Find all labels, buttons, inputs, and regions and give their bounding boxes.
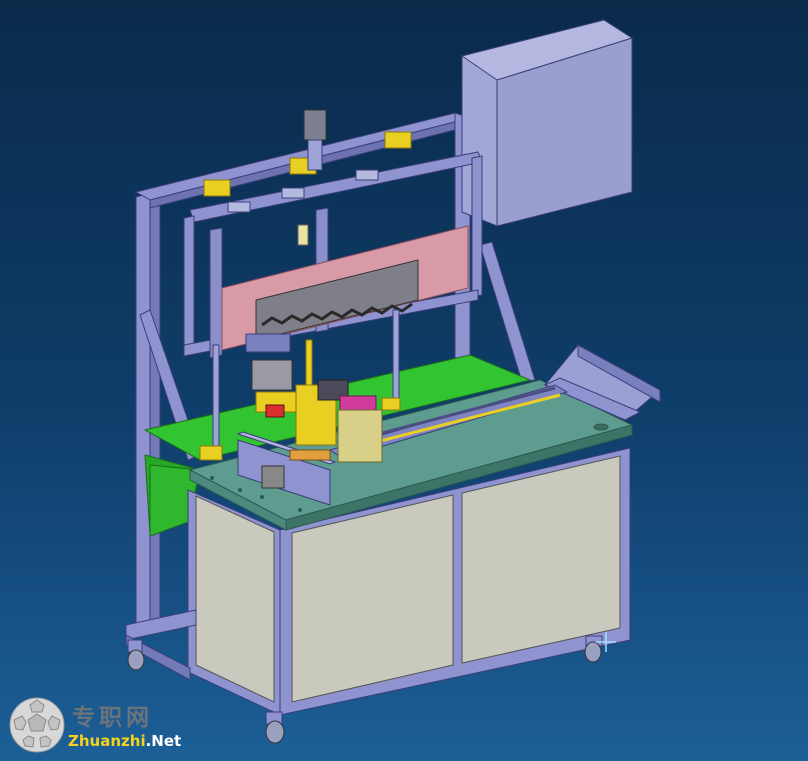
- caster-left-rear: [127, 639, 145, 671]
- caster-left-front: [265, 711, 285, 744]
- cad-3d-viewport[interactable]: 专职网 Zhuanzhi.Net: [0, 0, 808, 761]
- right-diagonal-brace: [479, 241, 536, 383]
- soccer-ball-logo-icon: [9, 697, 65, 753]
- machine-3d-model: [125, 19, 661, 744]
- small-motor: [261, 465, 285, 489]
- bearing-block-left: [203, 179, 231, 197]
- cylinder-left: [227, 201, 251, 213]
- yellow-clamp-lower: [199, 445, 223, 461]
- cabinet-left-panel: [195, 495, 275, 703]
- yellow-clamp-right: [381, 397, 401, 411]
- left-frame-post: [135, 192, 151, 631]
- top-motor: [303, 109, 327, 141]
- motor-assembly: [251, 359, 293, 391]
- vertical-rod-1: [212, 344, 220, 456]
- crosshair-cursor-icon: [596, 632, 616, 652]
- watermark-en-text: Zhuanzhi.Net: [68, 732, 181, 750]
- watermark: 专职网 Zhuanzhi.Net: [8, 696, 208, 756]
- carriage-top-plate: [245, 333, 291, 353]
- table-bolt-3: [260, 495, 264, 499]
- top-motor-shaft: [307, 139, 323, 171]
- table-hole: [593, 423, 609, 431]
- carriage-side-plate: [337, 409, 383, 463]
- watermark-en-part1: Zhuanzhi: [68, 732, 146, 750]
- red-part: [265, 404, 285, 418]
- cylinder-right: [355, 169, 379, 181]
- yellow-rod: [305, 339, 313, 391]
- bearing-block-right: [384, 131, 412, 149]
- left-frame-post-2: [149, 189, 161, 626]
- watermark-en-part2: .Net: [145, 732, 182, 750]
- table-bolt-1: [298, 508, 302, 512]
- gantry-right-post: [471, 155, 483, 298]
- small-sensor: [297, 224, 309, 246]
- orange-bracket: [289, 449, 331, 461]
- gantry-inner-left: [209, 227, 223, 359]
- table-bolt-4: [238, 488, 242, 492]
- vertical-rod-2: [392, 309, 400, 411]
- cylinder-mid: [281, 187, 305, 199]
- table-bolt-2: [210, 476, 214, 480]
- watermark-cn-text: 专职网: [72, 704, 153, 731]
- gantry-left-post: [183, 215, 195, 353]
